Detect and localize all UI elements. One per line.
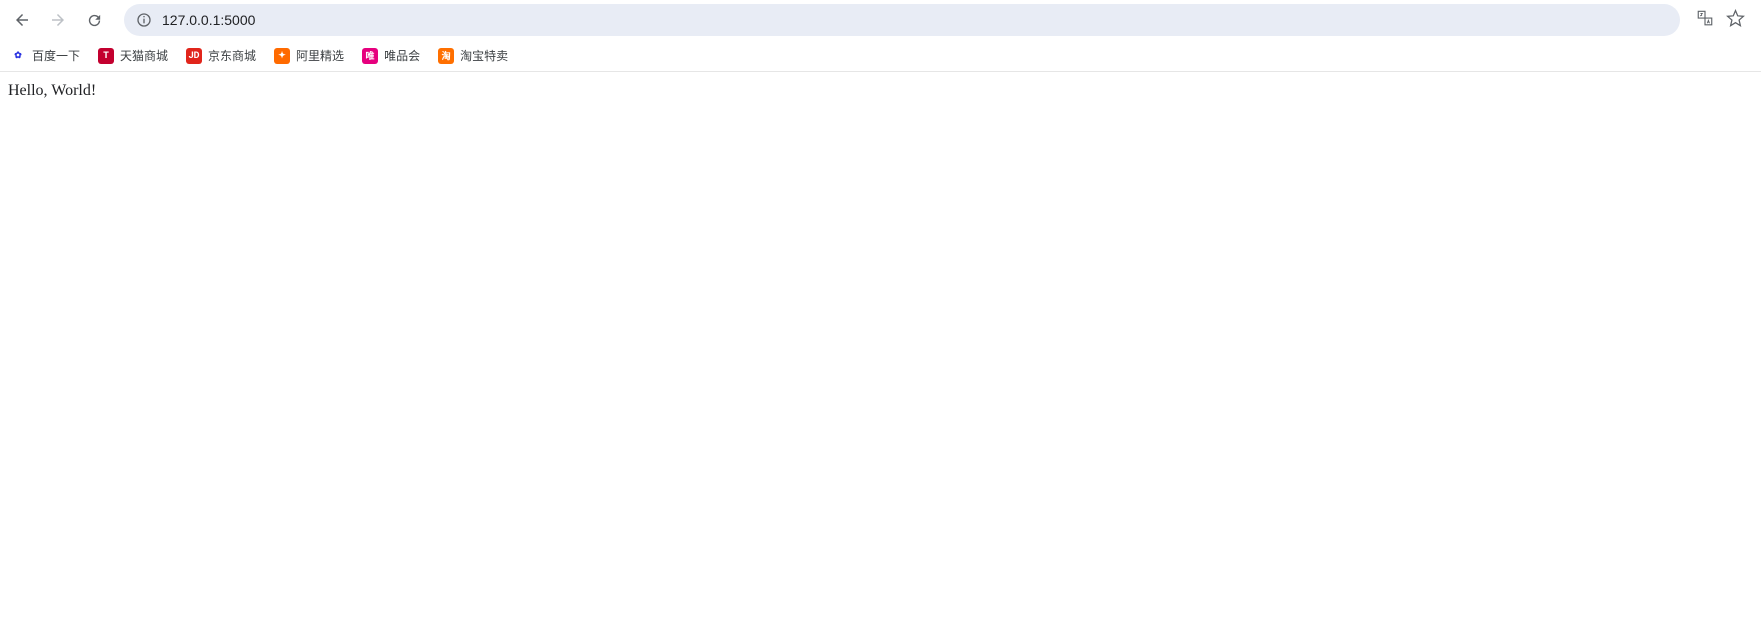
bookmark-label: 唯品会	[384, 47, 420, 64]
star-icon[interactable]	[1726, 9, 1745, 32]
url-input[interactable]	[162, 12, 1668, 28]
bookmark-favicon: JD	[186, 48, 202, 64]
bookmark-item-2[interactable]: JD 京东商城	[186, 47, 256, 64]
address-bar[interactable]	[124, 4, 1680, 36]
forward-button[interactable]	[44, 6, 72, 34]
bookmark-favicon: T	[98, 48, 114, 64]
arrow-right-icon	[49, 11, 67, 29]
bookmark-label: 天猫商城	[120, 47, 168, 64]
toolbar-right	[1696, 9, 1753, 32]
browser-toolbar	[0, 0, 1761, 40]
bookmark-label: 阿里精选	[296, 47, 344, 64]
bookmark-item-0[interactable]: ✿ 百度一下	[10, 47, 80, 64]
page-body-text: Hello, World!	[8, 82, 1753, 100]
bookmark-item-3[interactable]: ✦ 阿里精选	[274, 47, 344, 64]
arrow-left-icon	[13, 11, 31, 29]
bookmarks-bar: ✿ 百度一下 T 天猫商城 JD 京东商城 ✦ 阿里精选 唯唯品会 淘淘宝特卖	[0, 40, 1761, 72]
bookmark-label: 百度一下	[32, 47, 80, 64]
bookmark-favicon: ✿	[10, 48, 26, 64]
bookmark-favicon: 唯	[362, 48, 378, 64]
bookmark-item-4[interactable]: 唯唯品会	[362, 47, 420, 64]
site-info-icon[interactable]	[136, 12, 152, 28]
bookmark-favicon: ✦	[274, 48, 290, 64]
bookmark-item-5[interactable]: 淘淘宝特卖	[438, 47, 508, 64]
page-content: Hello, World!	[0, 72, 1761, 110]
translate-icon[interactable]	[1696, 9, 1714, 31]
reload-button[interactable]	[80, 6, 108, 34]
bookmark-label: 淘宝特卖	[460, 47, 508, 64]
reload-icon	[86, 12, 103, 29]
bookmark-item-1[interactable]: T 天猫商城	[98, 47, 168, 64]
back-button[interactable]	[8, 6, 36, 34]
bookmark-label: 京东商城	[208, 47, 256, 64]
bookmark-favicon: 淘	[438, 48, 454, 64]
